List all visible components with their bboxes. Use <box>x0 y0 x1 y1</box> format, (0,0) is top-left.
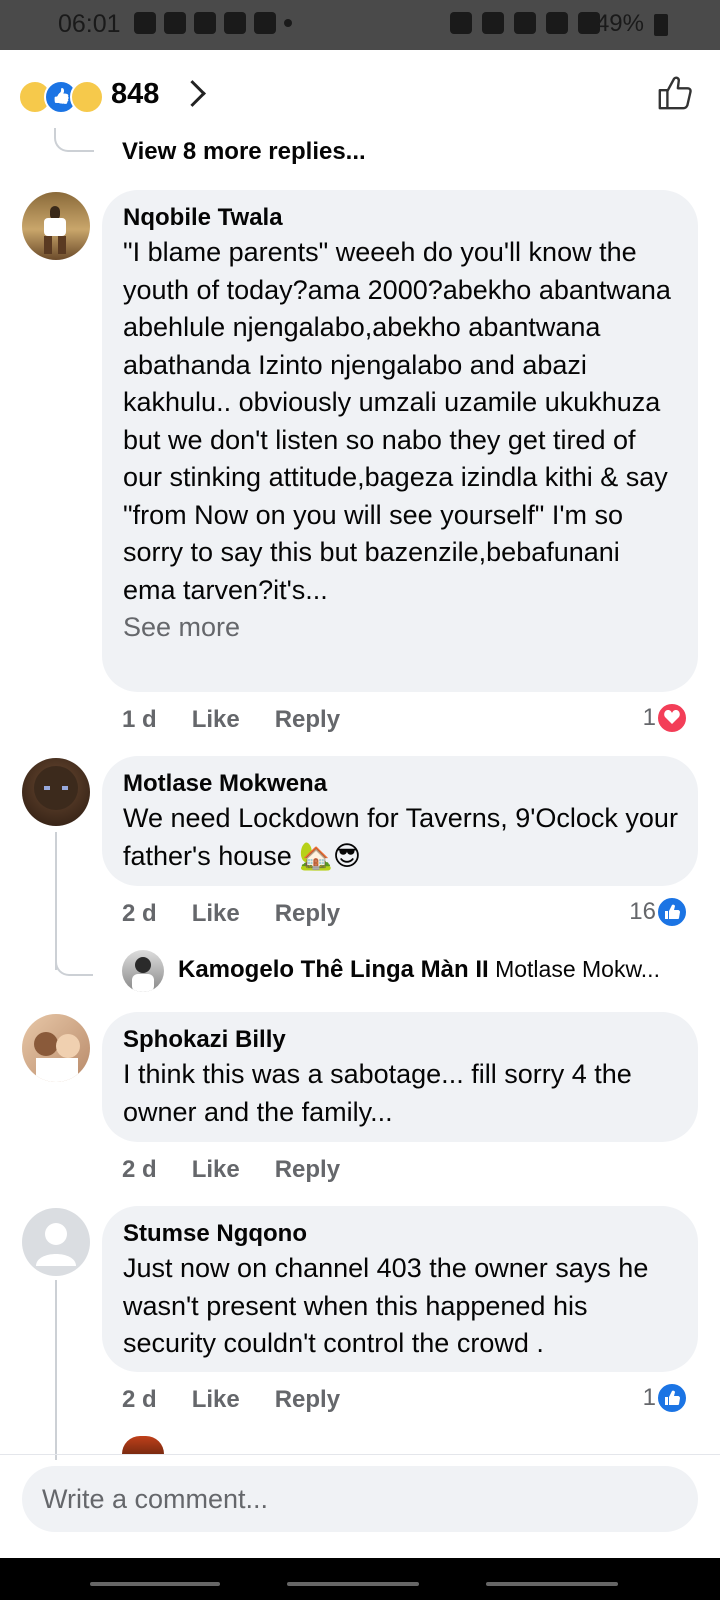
avatar-photo <box>44 206 66 254</box>
reply-link[interactable]: Reply <box>275 706 340 734</box>
system-icons <box>450 12 600 34</box>
see-more-link[interactable]: See more <box>123 609 678 646</box>
reply-author: Kamogelo Thê Linga Màn II <box>178 956 489 983</box>
wow-reaction-icon <box>70 80 104 114</box>
gmail-icon <box>254 12 276 34</box>
comment-time: 2 d <box>122 1156 157 1183</box>
avatar[interactable] <box>122 950 164 992</box>
messenger-icon <box>134 12 156 34</box>
like-link[interactable]: Like <box>192 1386 240 1414</box>
like-link[interactable]: Like <box>192 706 240 734</box>
reply-link[interactable]: Reply <box>275 1156 340 1184</box>
avatar[interactable] <box>122 1436 164 1454</box>
avatar-photo <box>34 766 78 810</box>
comment-text: I think this was a sabotage... fill sorr… <box>123 1059 632 1127</box>
thread-connector <box>54 128 94 152</box>
status-time: 06:01 <box>58 10 121 38</box>
comment-time: 1 d <box>122 706 157 733</box>
comment-bubble[interactable]: Nqobile Twala "I blame parents" weeeh do… <box>102 190 698 692</box>
more-notifications-icon <box>284 19 292 27</box>
view-more-replies-link[interactable]: View 8 more replies... <box>122 138 366 166</box>
reply-link[interactable]: Reply <box>275 900 340 928</box>
lock-icon <box>450 12 472 34</box>
thread-connector <box>55 948 93 976</box>
like-link[interactable]: Like <box>192 900 240 928</box>
reply-link[interactable]: Reply <box>275 1386 340 1414</box>
download-icon <box>194 12 216 34</box>
comments-sheet: 848 View 8 more replies... Nqobile Twala… <box>0 52 720 1600</box>
reactions-header[interactable]: 848 <box>0 52 720 138</box>
avatar[interactable] <box>22 192 90 260</box>
back-button[interactable] <box>486 1582 618 1586</box>
notification-icons <box>134 12 292 34</box>
twitter-icon <box>164 12 186 34</box>
reply-text: Motlase Mokw... <box>495 956 660 982</box>
avatar[interactable] <box>22 758 90 826</box>
avatar-photo <box>132 957 154 992</box>
comment-text: "I blame parents" weeeh do you'll know t… <box>123 237 671 605</box>
home-button[interactable] <box>287 1582 419 1586</box>
comment-actions: 2 d Like Reply <box>122 1386 340 1414</box>
comment-bubble[interactable]: Sphokazi Billy I think this was a sabota… <box>102 1012 698 1142</box>
comment-text: We need Lockdown for Taverns, 9'Oclock y… <box>123 803 678 871</box>
comment-time: 2 d <box>122 900 157 927</box>
comment-text: Just now on channel 403 the owner says h… <box>123 1253 649 1358</box>
comment-input[interactable]: Write a comment... <box>22 1466 698 1532</box>
comment-author[interactable]: Motlase Mokwena <box>123 768 678 800</box>
reaction-count: 1 <box>642 1384 656 1411</box>
comment-actions: 2 d Like Reply <box>122 900 340 928</box>
comment-author[interactable]: Sphokazi Billy <box>123 1024 678 1056</box>
avatar[interactable] <box>22 1208 90 1276</box>
mute-icon <box>514 12 536 34</box>
like-reaction-icon[interactable] <box>656 1382 688 1414</box>
system-nav-bar <box>0 1558 720 1600</box>
comment-time: 2 d <box>122 1386 157 1413</box>
facebook-circle-icon <box>224 12 246 34</box>
battery-icon <box>654 14 668 36</box>
comment-bubble[interactable]: Stumse Ngqono Just now on channel 403 th… <box>102 1206 698 1372</box>
comment-actions: 1 d Like Reply <box>122 706 340 734</box>
alarm-icon <box>482 12 504 34</box>
comment-bubble[interactable]: Motlase Mokwena We need Lockdown for Tav… <box>102 756 698 886</box>
comment-actions: 2 d Like Reply <box>122 1156 340 1184</box>
battery-percent: 49% <box>595 10 644 37</box>
comment-author[interactable]: Nqobile Twala <box>123 202 678 234</box>
avatar-photo <box>34 1032 80 1082</box>
thread-line <box>55 1280 57 1460</box>
heart-icon[interactable] <box>656 702 688 734</box>
status-bar: 06:01 49% <box>0 0 720 50</box>
like-reaction-icon[interactable] <box>656 896 688 928</box>
avatar[interactable] <box>22 1014 90 1082</box>
reaction-count: 848 <box>111 78 160 110</box>
comment-author[interactable]: Stumse Ngqono <box>123 1218 678 1250</box>
recents-button[interactable] <box>90 1582 220 1586</box>
divider <box>0 1454 720 1455</box>
reaction-count: 1 <box>642 704 656 731</box>
like-button-icon[interactable] <box>656 74 694 112</box>
wifi-icon <box>546 12 568 34</box>
reaction-count: 16 <box>629 898 656 925</box>
reply-preview[interactable]: Kamogelo Thê Linga Màn II Motlase Mokw..… <box>178 956 660 984</box>
chevron-right-icon[interactable] <box>179 80 206 107</box>
default-avatar-icon <box>36 1223 76 1266</box>
like-link[interactable]: Like <box>192 1156 240 1184</box>
